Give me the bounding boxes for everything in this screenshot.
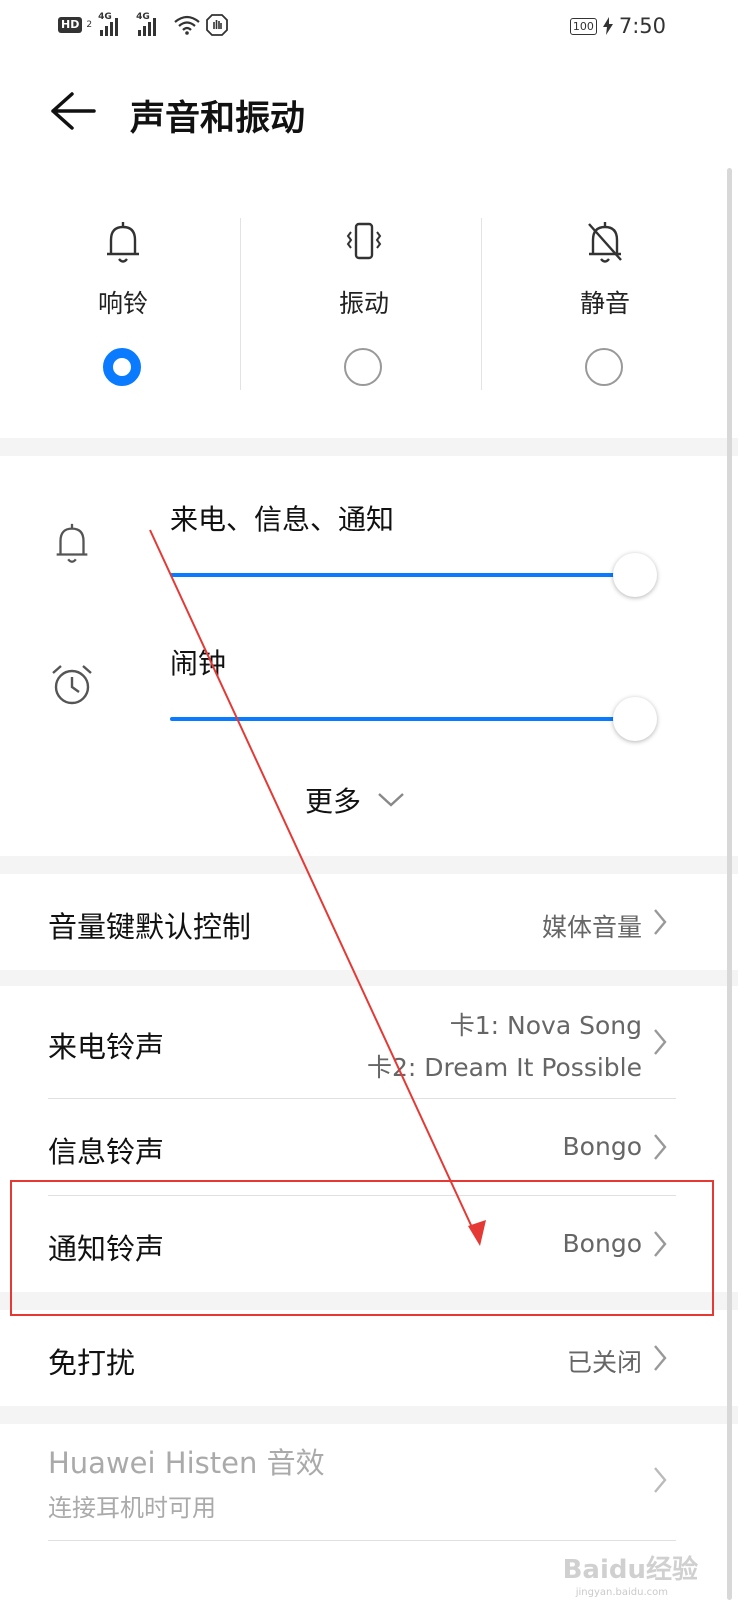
histen-label: Huawei Histen 音效 (48, 1446, 325, 1480)
mode-ring-radio[interactable] (103, 348, 141, 386)
mode-silent-label: 静音 (579, 289, 630, 318)
charging-icon (602, 17, 613, 35)
mode-divider (481, 218, 482, 390)
do-not-disturb-row[interactable]: 免打扰 已关闭 (0, 1310, 738, 1406)
message-ringtone-label: 信息铃声 (48, 1135, 165, 1169)
section-gap (0, 438, 738, 456)
status-bar: HD 2 4G 4G 100 7:50 (0, 0, 738, 54)
ring-volume-thumb[interactable] (613, 553, 657, 597)
hd-index: 2 (86, 20, 93, 30)
message-ringtone-row[interactable]: 信息铃声 Bongo (0, 1099, 738, 1195)
dnd-label: 免打扰 (48, 1346, 136, 1380)
alarm-clock-icon (52, 665, 92, 705)
section-gap (0, 856, 738, 874)
volume-key-value: 媒体音量 (541, 913, 642, 942)
chevron-right-icon (654, 1345, 667, 1371)
signal-sim1-icon: 4G (98, 12, 120, 36)
histen-row[interactable]: Huawei Histen 音效 连接耳机时可用 (0, 1424, 738, 1540)
call-ringtone-sim2: 卡2: Dream It Possible (366, 1053, 642, 1082)
bell-icon (56, 523, 88, 563)
more-button[interactable]: 更多 (305, 780, 405, 820)
back-button[interactable] (48, 86, 98, 136)
chevron-right-icon (654, 1029, 667, 1055)
clock: 7:50 (618, 14, 666, 38)
alarm-volume-thumb[interactable] (613, 697, 657, 741)
watermark-url: jingyan.baidu.com (575, 1587, 668, 1598)
status-right: 100 7:50 (569, 14, 666, 38)
mode-ring[interactable]: 响铃 (0, 212, 246, 392)
chevron-down-icon (378, 793, 404, 807)
call-ringtone-label: 来电铃声 (48, 1030, 165, 1064)
bell-icon (107, 222, 139, 263)
mode-vibrate-label: 振动 (338, 289, 389, 318)
watermark-logo: Baidu经验 (562, 1555, 698, 1585)
signal-sim2-icon: 4G (136, 12, 158, 36)
ring-volume-label: 来电、信息、通知 (170, 503, 395, 536)
row-divider (48, 1540, 676, 1541)
more-label: 更多 (305, 785, 362, 818)
chevron-right-icon (654, 1134, 667, 1160)
histen-sublabel: 连接耳机时可用 (48, 1494, 216, 1522)
notification-ringtone-value: Bongo (562, 1229, 642, 1258)
volume-key-label: 音量键默认控制 (48, 910, 252, 944)
mode-silent[interactable]: 静音 (482, 212, 728, 392)
mode-silent-radio[interactable] (585, 348, 623, 386)
sound-mode-selector: 响铃 振动 静音 (0, 212, 738, 392)
notification-ringtone-label: 通知铃声 (48, 1232, 165, 1266)
arrow-left-icon (51, 92, 96, 130)
hd-badge: HD (58, 17, 83, 33)
chevron-right-icon (654, 909, 667, 935)
call-ringtone-sim1: 卡1: Nova Song (449, 1011, 642, 1040)
section-gap (0, 970, 738, 986)
section-gap (0, 1406, 738, 1424)
page-title: 声音和振动 (130, 99, 306, 139)
scrollbar[interactable] (727, 168, 732, 1600)
mode-ring-label: 响铃 (97, 289, 148, 318)
app-header: 声音和振动 (0, 60, 738, 170)
chevron-right-icon (654, 1231, 667, 1257)
mode-vibrate-radio[interactable] (344, 348, 382, 386)
hand-gesture-icon (206, 14, 228, 36)
section-gap (0, 1292, 738, 1310)
call-ringtone-row[interactable]: 来电铃声 卡1: Nova Song 卡2: Dream It Possible (0, 986, 738, 1098)
alarm-volume-label: 闹钟 (170, 647, 227, 680)
chevron-right-icon (654, 1467, 667, 1493)
alarm-volume-slider[interactable] (170, 717, 640, 721)
ring-volume-slider[interactable] (170, 573, 640, 577)
dnd-value: 已关闭 (566, 1348, 642, 1377)
volume-key-control-row[interactable]: 音量键默认控制 媒体音量 (0, 874, 738, 970)
wifi-icon (174, 15, 200, 35)
mode-vibrate[interactable]: 振动 (241, 212, 487, 392)
mode-divider (240, 218, 241, 390)
status-left: HD 2 4G 4G (58, 12, 228, 36)
message-ringtone-value: Bongo (562, 1132, 642, 1161)
notification-ringtone-row[interactable]: 通知铃声 Bongo (0, 1196, 738, 1292)
bell-off-icon (588, 222, 622, 263)
vibrate-icon (346, 222, 382, 260)
battery-indicator: 100 (569, 17, 597, 35)
